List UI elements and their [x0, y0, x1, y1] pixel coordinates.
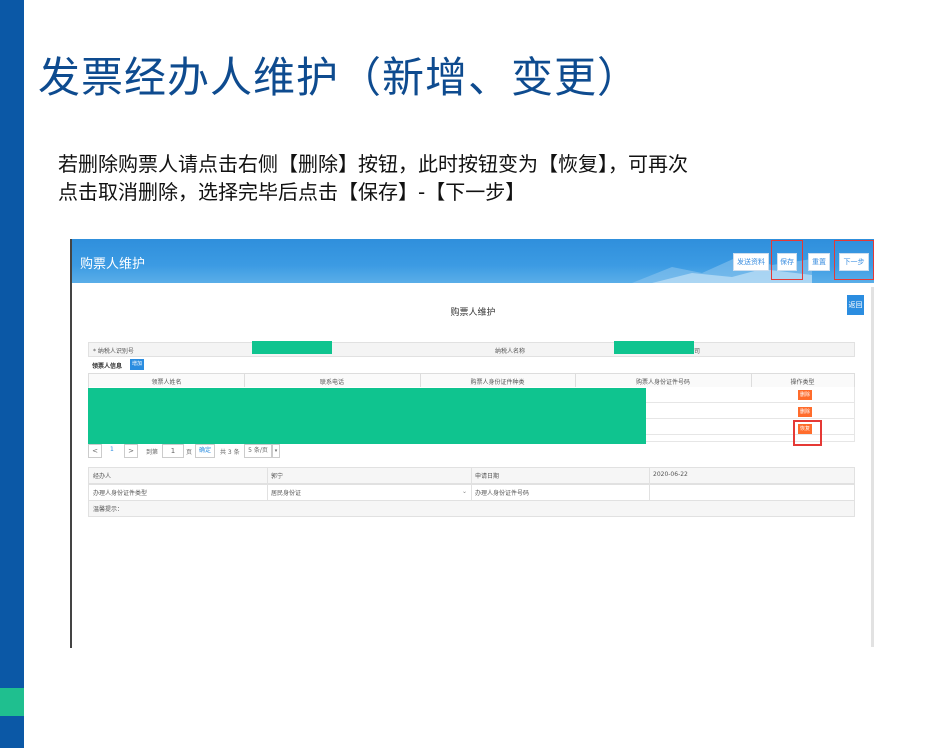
col-header-phone: 联系电话 [319, 379, 344, 386]
id-type-label: 办理人身份证件类型 [93, 490, 148, 497]
next-page-button[interactable]: > [124, 444, 138, 458]
redacted-taxpayer-name [614, 341, 694, 354]
taxpayer-id-label: * 纳税人识别号 [93, 348, 134, 355]
id-row: 办理人身份证件类型 居民身份证 ⌄ 办理人身份证件号码 [88, 484, 855, 501]
col-header-name: 领票人姓名 [151, 379, 182, 386]
col-header-action: 操作类型 [790, 379, 815, 386]
col-header-id-type: 购票人身份证件种类 [470, 379, 525, 386]
send-data-button[interactable]: 发送资料 [733, 253, 769, 271]
delete-button[interactable]: 删除 [798, 407, 812, 417]
prev-page-button[interactable]: < [88, 444, 102, 458]
delete-button[interactable]: 删除 [798, 390, 812, 400]
col-header-id-no: 购票人身份证件号码 [635, 379, 690, 386]
section-label: 领票人信息 [92, 363, 123, 370]
tip-row: 温馨提示： [88, 500, 855, 517]
col-divider [649, 468, 650, 483]
apply-date-value: 2020-06-22 [653, 471, 688, 478]
col-divider [267, 468, 268, 483]
current-page[interactable]: 1 [110, 446, 114, 453]
id-type-select[interactable]: 居民身份证 [271, 488, 301, 497]
vertical-scrollbar[interactable] [871, 287, 874, 647]
total-count: 共 3 条 [220, 449, 240, 456]
id-type-dropdown-icon[interactable]: ⌄ [462, 488, 467, 495]
app-header: 购票人维护 发送资料 保存 重置 下一步 [72, 239, 874, 283]
save-highlight-box [771, 240, 803, 280]
table-header: 领票人姓名 联系电话 购票人身份证件种类 购票人身份证件号码 操作类型 [88, 373, 855, 388]
slide-left-bar [0, 0, 24, 748]
pagination: < 1 > 到第 1 页 确定 共 3 条 5 条/页 ▾ [88, 444, 853, 458]
taxpayer-row: * 纳税人识别号 纳税人名称 司 [88, 342, 855, 357]
restore-highlight-box [793, 420, 822, 446]
col-divider [471, 468, 472, 483]
reset-button[interactable]: 重置 [808, 253, 830, 271]
col-divider [649, 485, 650, 500]
slide-left-accent [0, 688, 24, 716]
per-page-select[interactable]: 5 条/页 [244, 444, 272, 458]
agent-value: 郭宁 [271, 473, 284, 480]
col-divider [267, 485, 268, 500]
tip-label: 温馨提示： [93, 506, 124, 513]
add-button[interactable]: 增加 [130, 359, 144, 370]
col-divider [471, 485, 472, 500]
redacted-taxpayer-id [252, 341, 332, 354]
taxpayer-name-suffix: 司 [694, 348, 701, 355]
page-input[interactable]: 1 [162, 444, 184, 458]
taxpayer-name-label: 纳税人名称 [495, 348, 526, 355]
app-header-title: 购票人维护 [80, 257, 146, 272]
page-unit-label: 页 [186, 449, 193, 456]
apply-date-label: 申请日期 [475, 473, 500, 480]
instruction-line-1: 若删除购票人请点击右侧【删除】按钮，此时按钮变为【恢复】，可再次 [58, 152, 688, 176]
agent-row: 经办人 郭宁 申请日期 2020-06-22 [88, 467, 855, 484]
instruction-line-2: 点击取消删除，选择完毕后点击【保存】-【下一步】 [58, 180, 526, 204]
redacted-table-data [88, 388, 646, 444]
slide-title: 发票经办人维护（新增、变更） [38, 53, 641, 102]
next-highlight-box [834, 240, 874, 280]
goto-label: 到第 [146, 449, 159, 456]
form-title: 购票人维护 [450, 308, 496, 318]
agent-label: 经办人 [93, 473, 112, 480]
instruction-text: 若删除购票人请点击右侧【删除】按钮，此时按钮变为【恢复】，可再次 点击取消删除，… [58, 150, 878, 206]
id-no-label: 办理人身份证件号码 [475, 490, 530, 497]
app-screenshot: 购票人维护 发送资料 保存 重置 下一步 返回 购票人维护 * 纳税人识别号 纳… [70, 239, 874, 648]
per-page-dropdown-icon[interactable]: ▾ [272, 444, 280, 458]
confirm-page-button[interactable]: 确定 [195, 444, 215, 458]
